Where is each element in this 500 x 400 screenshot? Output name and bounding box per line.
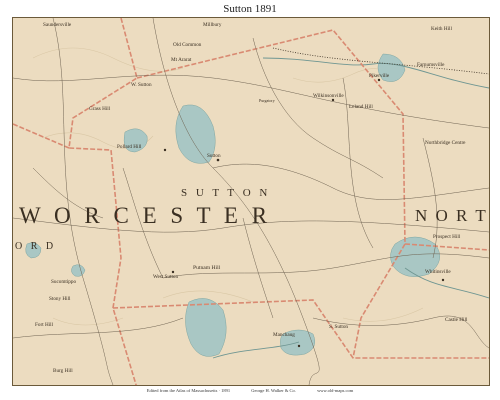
place-label-saundersville: Saundersville [43,22,72,28]
credit-source: Edited from the Atlas of Massachusetts ·… [146,388,231,393]
place-label-wilkinsonville: Wilkinsonville [313,93,344,99]
place-label-sutton: Sutton [207,153,221,159]
place-label-stony-hill: Stony Hill [49,296,71,302]
region-label-worcester: W O R C E S T E R [19,203,271,228]
place-label-west-sutton: West Sutton [153,274,178,280]
credit-website: www.old-maps.com [317,388,354,393]
place-label-purgatory: Purgatory [259,98,275,103]
place-label-burg-hill: Burg Hill [53,368,73,374]
region-label-north: N O R T H [415,206,489,225]
place-label-prospect-hill: Prospect Hill [433,234,461,240]
settlement-marker [171,270,175,274]
place-label-castle-hill: Castle Hill [445,317,468,323]
place-label-mt-ararat: Mt Ararat [171,57,192,63]
place-label-grass-hill: Grass Hill [89,106,111,112]
settlement-marker [331,98,335,102]
settlement-marker [441,278,445,282]
place-label-whitinsville: Whitinsville [425,269,451,275]
place-label-fort-hill: Fort Hill [35,322,54,328]
place-label-w-sutton: W. Sutton [131,82,152,88]
place-label-manchaug: Manchaug [273,332,295,338]
settlement-marker [297,344,301,348]
place-label-pollard-hill: Pollard Hill [117,144,142,150]
settlement-marker [377,78,381,82]
settlement-marker [216,158,220,162]
region-label-ord: O R D [15,241,56,252]
place-label-sucomtippo: Sucomtippo [51,279,76,285]
place-label-northbridge-centre: Northbridge Centre [425,140,466,146]
place-label-farnumsville: Farnumsville [417,62,445,68]
place-label-s-sutton: S. Sutton [329,324,348,330]
map-title: Sutton 1891 [223,3,277,15]
region-label-sutton: S U T T O N [181,187,270,199]
credit-publisher: George H. Walker & Co. [251,388,296,393]
place-label-millbury: Millbury [203,22,222,28]
map-canvas: S U T T O N W O R C E S T E R N O R T H … [13,18,489,385]
place-label-pikerville: Pikerville [369,73,390,79]
map-frame: S U T T O N W O R C E S T E R N O R T H … [12,17,490,386]
place-label-keith-hill: Keith Hill [431,26,452,32]
place-label-leland-hill: Leland Hill [349,104,373,110]
settlement-marker [163,148,167,152]
map-credits: Edited from the Atlas of Massachusetts ·… [0,388,500,393]
place-label-putnam-hill: Putnam Hill [193,265,221,271]
place-label-old-common: Old Common [173,42,202,48]
